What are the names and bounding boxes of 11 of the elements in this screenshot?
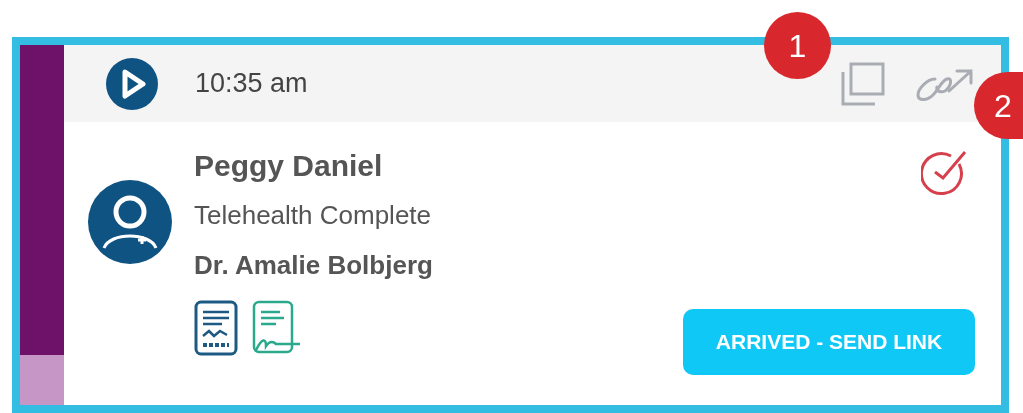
appointment-status: Telehealth Complete	[194, 199, 433, 232]
check-circle-icon	[921, 148, 969, 196]
avatar-icon	[88, 180, 172, 264]
report-chart-icon[interactable]	[194, 300, 238, 356]
patient-name: Peggy Daniel	[194, 148, 384, 184]
copy-icon[interactable]	[839, 61, 885, 106]
appointment-time: 10:35 am	[195, 67, 308, 101]
arrived-send-link-button[interactable]: ARRIVED - SEND LINK	[683, 309, 975, 375]
provider-name: Dr. Amalie Bolbjerg	[194, 249, 433, 282]
signed-document-icon[interactable]	[250, 300, 302, 356]
play-icon[interactable]	[106, 57, 158, 110]
